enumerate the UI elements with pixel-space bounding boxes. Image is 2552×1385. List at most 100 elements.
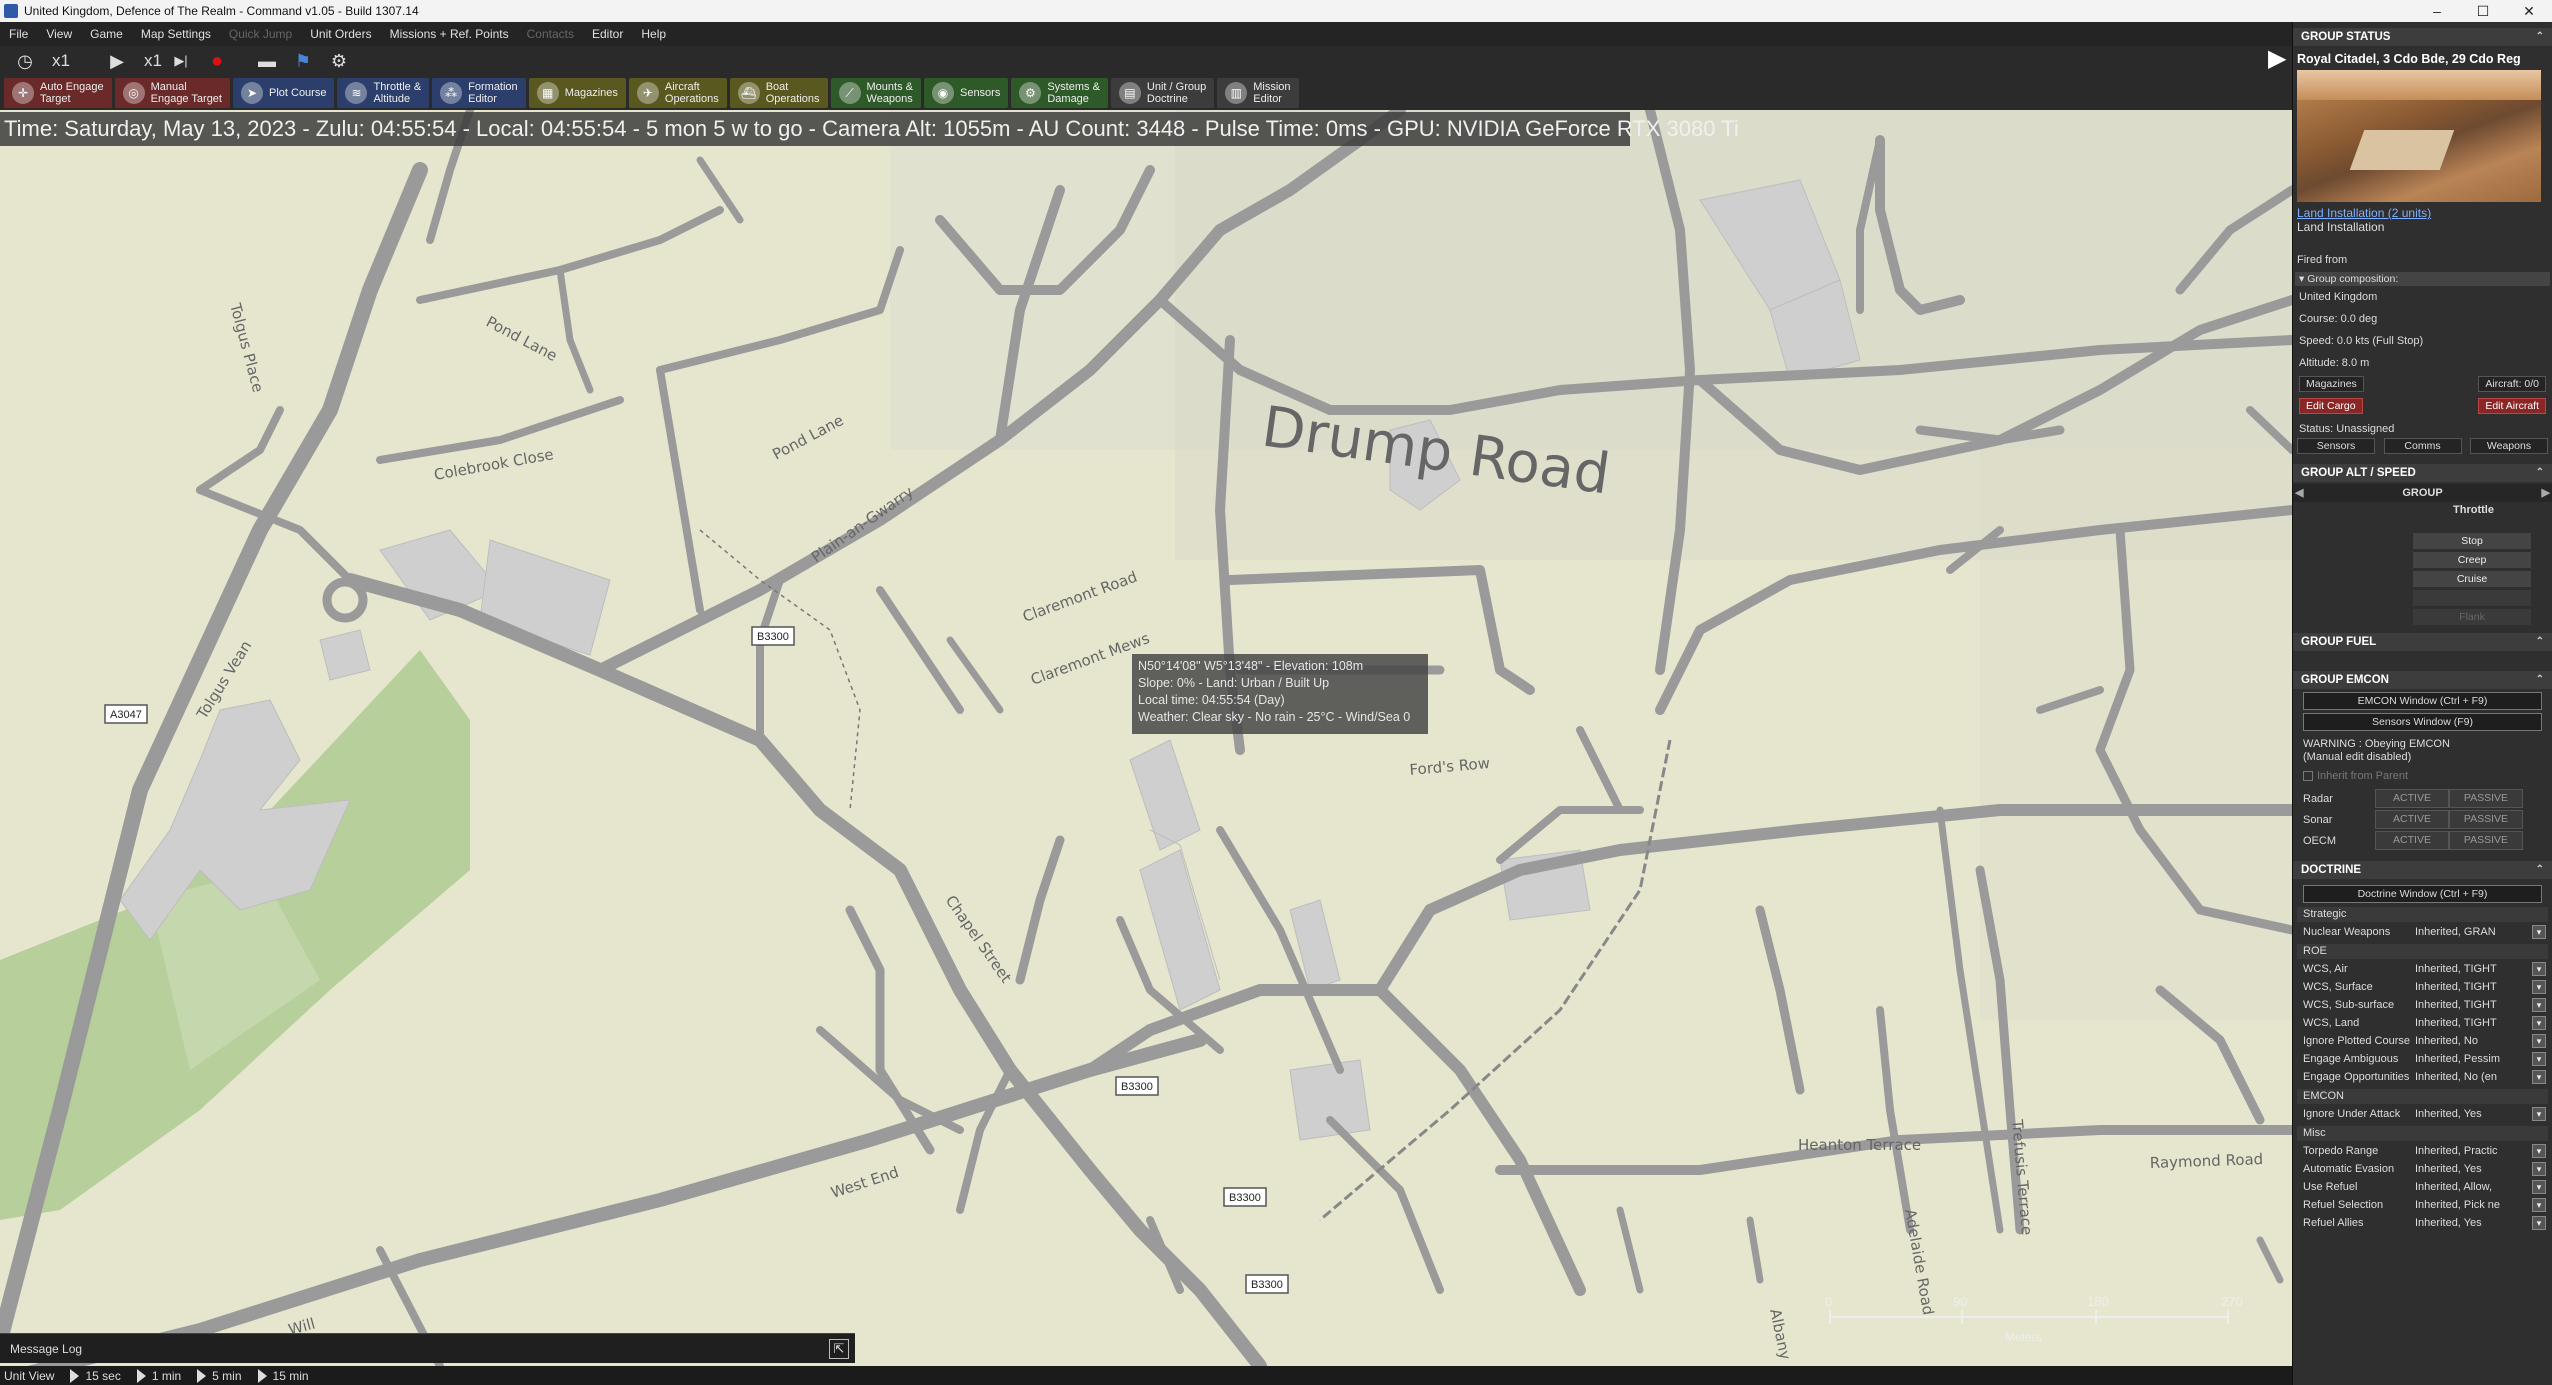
throttle-cruise[interactable]: Cruise (2413, 571, 2531, 587)
edit-aircraft-button[interactable]: Edit Aircraft (2478, 398, 2546, 414)
menu-file[interactable]: File (0, 27, 37, 41)
menu-view[interactable]: View (37, 27, 81, 41)
toolbar-button-target[interactable]: ◎ Manual Engage Target (114, 78, 230, 108)
doctrine-row[interactable]: WCS, Land Inherited, TIGHT ▾ (2293, 1014, 2552, 1032)
unit-view-button[interactable]: Unit View (0, 1369, 66, 1383)
doctrine-row[interactable]: Torpedo Range Inherited, Practic ▾ (2293, 1142, 2552, 1160)
menu-help[interactable]: Help (632, 27, 675, 41)
sensors-tab[interactable]: Sensors (2297, 438, 2375, 454)
expand-icon[interactable]: ⇱ (829, 1339, 849, 1359)
throttle-creep[interactable]: Creep (2413, 552, 2531, 568)
step-5-min[interactable]: 5 min (193, 1368, 253, 1383)
menu-contacts[interactable]: Contacts (518, 27, 583, 41)
doctrine-row[interactable]: Refuel Allies Inherited, Yes ▾ (2293, 1214, 2552, 1232)
toolbar-button-doctrine[interactable]: ▤ Unit / Group Doctrine (1110, 78, 1215, 108)
flag-icon[interactable]: ⚑ (288, 49, 318, 73)
dropdown-icon[interactable]: ▾ (2532, 1144, 2546, 1158)
aircraft-button[interactable]: Aircraft: 0/0 (2478, 376, 2546, 392)
minimize-button[interactable]: – (2414, 0, 2460, 22)
clock-icon[interactable]: ◷ (10, 49, 40, 73)
toolbar-button-crosshair[interactable]: ✛ Auto Engage Target (4, 78, 112, 108)
toolbar-button-magazine[interactable]: ▦ Magazines (528, 78, 626, 108)
collapse-icon[interactable]: ⌃ (2536, 464, 2544, 482)
dropdown-icon[interactable]: ▾ (2532, 962, 2546, 976)
toolbar-button-formation[interactable]: ⁂ Formation Editor (432, 78, 526, 108)
gear-icon[interactable]: ⚙ (324, 49, 354, 73)
weapons-tab[interactable]: Weapons (2470, 438, 2548, 454)
collapse-icon[interactable]: ⌃ (2536, 861, 2544, 879)
collapse-icon[interactable]: ⌃ (2536, 671, 2544, 689)
doctrine-row[interactable]: WCS, Surface Inherited, TIGHT ▾ (2293, 978, 2552, 996)
prev-arrow-icon[interactable]: ◀ (2295, 484, 2303, 502)
toolbar-button-throttle[interactable]: ≋ Throttle & Altitude (337, 78, 430, 108)
dropdown-icon[interactable]: ▾ (2532, 980, 2546, 994)
toolbar-button-boat[interactable]: ⛴ Boat Operations (729, 78, 828, 108)
dropdown-icon[interactable]: ▾ (2532, 1198, 2546, 1212)
dropdown-icon[interactable]: ▾ (2532, 1216, 2546, 1230)
doctrine-window-button[interactable]: Doctrine Window (Ctrl + F9) (2303, 885, 2542, 903)
sonar-passive[interactable]: PASSIVE (2449, 810, 2523, 829)
inherit-checkbox[interactable] (2303, 771, 2313, 781)
magazines-button[interactable]: Magazines (2299, 376, 2364, 392)
edit-cargo-button[interactable]: Edit Cargo (2299, 398, 2363, 414)
group-emcon-header[interactable]: GROUP EMCON ⌃ (2293, 671, 2552, 689)
doctrine-row[interactable]: Ignore Under Attack Inherited, Yes ▾ (2293, 1105, 2552, 1123)
speed-1-label[interactable]: x1 (46, 49, 76, 73)
unit-link[interactable]: Land Installation (2 units) (2293, 204, 2552, 220)
toolbar-button-aircraft[interactable]: ✈ Aircraft Operations (628, 78, 727, 108)
toolbar-button-course[interactable]: ➤ Plot Course (232, 78, 335, 108)
collapse-icon[interactable]: ⌃ (2536, 633, 2544, 651)
dropdown-icon[interactable]: ▾ (2532, 1107, 2546, 1121)
menu-quick-jump[interactable]: Quick Jump (220, 27, 301, 41)
message-log[interactable]: Message Log ⇱ (0, 1333, 855, 1363)
speed-2-label[interactable]: x1 (138, 49, 168, 73)
vehicle-icon[interactable]: ▬ (252, 49, 282, 73)
doctrine-row[interactable]: WCS, Air Inherited, TIGHT ▾ (2293, 960, 2552, 978)
doctrine-row[interactable]: Nuclear Weapons Inherited, GRAN ▾ (2293, 923, 2552, 941)
group-alt-header[interactable]: GROUP ALT / SPEED ⌃ (2293, 464, 2552, 482)
panel-toggle-icon[interactable]: ▶ (2268, 44, 2288, 74)
throttle-stop[interactable]: Stop (2413, 533, 2531, 549)
play-icon[interactable]: ▶ (102, 49, 132, 73)
dropdown-icon[interactable]: ▾ (2532, 1016, 2546, 1030)
menu-unit-orders[interactable]: Unit Orders (301, 27, 380, 41)
menu-editor[interactable]: Editor (583, 27, 632, 41)
group-composition[interactable]: ▾ Group composition: (2295, 272, 2550, 286)
toolbar-button-weapons[interactable]: ⟋ Mounts & Weapons (830, 78, 921, 108)
dropdown-icon[interactable]: ▾ (2532, 1162, 2546, 1176)
doctrine-row[interactable]: Engage Opportunities Inherited, No (en ▾ (2293, 1068, 2552, 1086)
menu-map-settings[interactable]: Map Settings (132, 27, 220, 41)
group-fuel-header[interactable]: GROUP FUEL ⌃ (2293, 633, 2552, 651)
maximize-button[interactable]: ☐ (2460, 0, 2506, 22)
dropdown-icon[interactable]: ▾ (2532, 925, 2546, 939)
dropdown-icon[interactable]: ▾ (2532, 998, 2546, 1012)
step-15-sec[interactable]: 15 sec (66, 1368, 132, 1383)
dropdown-icon[interactable]: ▾ (2532, 1070, 2546, 1084)
menu-game[interactable]: Game (81, 27, 132, 41)
dropdown-icon[interactable]: ▾ (2532, 1180, 2546, 1194)
collapse-icon[interactable]: ⌃ (2536, 28, 2544, 46)
step-15-min[interactable]: 15 min (254, 1368, 321, 1383)
step-1-min[interactable]: 1 min (133, 1368, 193, 1383)
doctrine-row[interactable]: WCS, Sub-surface Inherited, TIGHT ▾ (2293, 996, 2552, 1014)
toolbar-button-mission[interactable]: ▥ Mission Editor (1217, 78, 1299, 108)
next-arrow-icon[interactable]: ▶ (2542, 484, 2550, 502)
comms-tab[interactable]: Comms (2383, 438, 2462, 454)
step-icon[interactable]: ▶| (166, 49, 196, 73)
doctrine-row[interactable]: Automatic Evasion Inherited, Yes ▾ (2293, 1160, 2552, 1178)
map-view[interactable]: Drump Road Tolgus Place Pond Lane Pond L… (0, 110, 2292, 1366)
oecm-active[interactable]: ACTIVE (2375, 831, 2449, 850)
dropdown-icon[interactable]: ▾ (2532, 1034, 2546, 1048)
emcon-window-button[interactable]: EMCON Window (Ctrl + F9) (2303, 692, 2542, 710)
record-icon[interactable]: ● (202, 49, 232, 73)
throttle-full[interactable] (2413, 590, 2531, 606)
doctrine-row[interactable]: Refuel Selection Inherited, Pick ne ▾ (2293, 1196, 2552, 1214)
doctrine-header[interactable]: DOCTRINE ⌃ (2293, 861, 2552, 879)
doctrine-row[interactable]: Use Refuel Inherited, Allow, ▾ (2293, 1178, 2552, 1196)
doctrine-row[interactable]: Engage Ambiguous Inherited, Pessim ▾ (2293, 1050, 2552, 1068)
dropdown-icon[interactable]: ▾ (2532, 1052, 2546, 1066)
sonar-active[interactable]: ACTIVE (2375, 810, 2449, 829)
toolbar-button-systems[interactable]: ⚙ Systems & Damage (1011, 78, 1108, 108)
close-button[interactable]: ✕ (2506, 0, 2552, 22)
oecm-passive[interactable]: PASSIVE (2449, 831, 2523, 850)
